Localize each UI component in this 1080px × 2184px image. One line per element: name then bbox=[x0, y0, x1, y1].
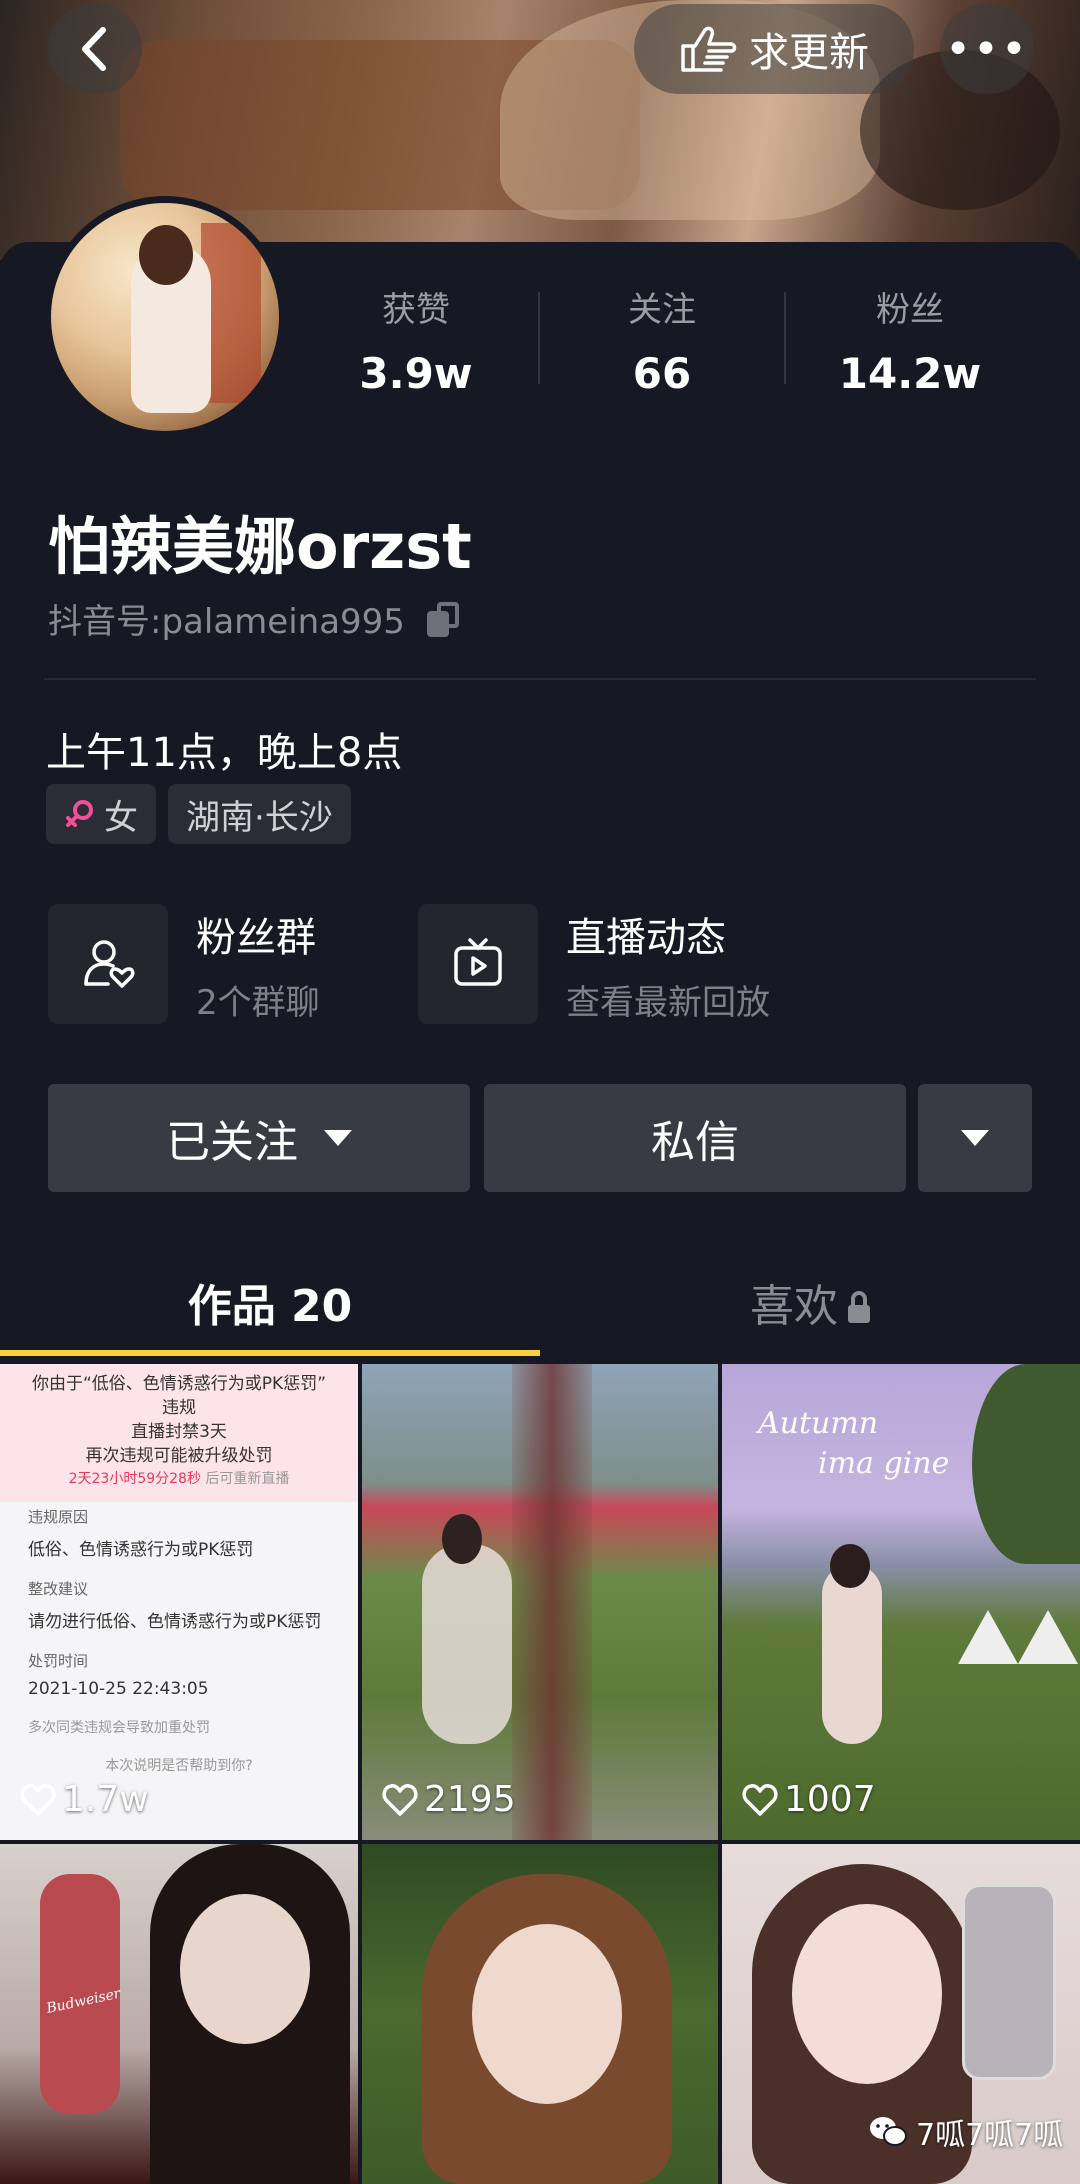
lock-icon bbox=[848, 1291, 870, 1323]
caret-down-icon bbox=[324, 1130, 352, 1146]
fan-group-title: 粉丝群 bbox=[196, 914, 316, 961]
like-count-value: 1007 bbox=[784, 1779, 876, 1820]
stat-likes[interactable]: 获赞 3.9w bbox=[326, 282, 506, 398]
request-update-button[interactable]: 求更新 bbox=[634, 4, 914, 94]
watermark-text: 7呱7呱7呱 bbox=[916, 2118, 1064, 2153]
profile-name: 怕辣美娜orzst bbox=[48, 510, 472, 583]
live-updates-card[interactable]: 直播动态 查看最新回放 bbox=[418, 904, 770, 1024]
heart-icon bbox=[20, 1783, 56, 1816]
divider bbox=[538, 292, 540, 384]
stat-label: 关注 bbox=[628, 290, 696, 330]
like-count-value: 2195 bbox=[424, 1779, 516, 1820]
notice-title: 违规 bbox=[162, 1398, 196, 1418]
video-grid: 你由于“低俗、色情诱惑行为或PK惩罚” 违规 直播封禁3天 再次违规可能被升级处… bbox=[0, 1364, 1080, 2184]
divider bbox=[784, 292, 786, 384]
more-dots-icon: ••• bbox=[945, 23, 1029, 75]
bio-text: 上午11点，晚上8点 bbox=[46, 730, 403, 776]
notice-title: 直播封禁3天 bbox=[131, 1422, 227, 1442]
fan-group-card[interactable]: 粉丝群 2个群聊 bbox=[48, 904, 320, 1024]
like-count: 1.7w bbox=[20, 1779, 149, 1820]
request-update-label: 求更新 bbox=[749, 30, 869, 76]
stat-value: 3.9w bbox=[359, 349, 473, 398]
live-tv-icon bbox=[418, 904, 538, 1024]
followed-button[interactable]: 已关注 bbox=[48, 1084, 470, 1192]
gender-label: 女 bbox=[104, 797, 138, 838]
back-button[interactable] bbox=[48, 4, 142, 94]
notice-label: 违规原因 bbox=[28, 1508, 89, 1526]
douyin-id-value: palameina995 bbox=[161, 602, 405, 642]
notice-helpful: 本次说明是否帮助到你? bbox=[105, 1758, 253, 1774]
notice-countdown: 2天23小时59分28秒 后可重新直播 bbox=[68, 1471, 290, 1487]
stat-label: 获赞 bbox=[382, 290, 450, 330]
female-icon bbox=[66, 800, 93, 827]
watermark: 7呱7呱7呱 bbox=[868, 2110, 1063, 2154]
like-count-value: 1.7w bbox=[62, 1779, 149, 1820]
chevron-left-icon bbox=[82, 27, 106, 71]
more-options-dropdown[interactable] bbox=[918, 1084, 1032, 1192]
fan-group-icon bbox=[48, 904, 168, 1024]
stat-following[interactable]: 关注 66 bbox=[572, 282, 752, 398]
video-thumbnail[interactable]: 你由于“低俗、色情诱惑行为或PK惩罚” 违规 直播封禁3天 再次违规可能被升级处… bbox=[0, 1364, 358, 1840]
stat-value: 14.2w bbox=[838, 349, 982, 398]
wechat-icon bbox=[870, 2117, 907, 2146]
message-button[interactable]: 私信 bbox=[484, 1084, 906, 1192]
notice-title: 再次违规可能被升级处罚 bbox=[85, 1446, 273, 1466]
notice-value: 2021-10-25 22:43:05 bbox=[28, 1679, 209, 1699]
tab-likes[interactable]: 喜欢 bbox=[540, 1270, 1080, 1334]
stat-followers[interactable]: 粉丝 14.2w bbox=[820, 282, 1000, 398]
caret-down-icon bbox=[961, 1130, 989, 1146]
more-button[interactable]: ••• bbox=[940, 4, 1034, 94]
douyin-id-label: 抖音号: bbox=[48, 602, 162, 642]
video-thumbnail[interactable] bbox=[362, 1844, 718, 2184]
divider bbox=[44, 678, 1036, 680]
followed-label: 已关注 bbox=[166, 1117, 298, 1168]
like-count: 2195 bbox=[382, 1779, 516, 1820]
copy-icon[interactable] bbox=[426, 601, 461, 637]
notice-value: 低俗、色情诱惑行为或PK惩罚 bbox=[28, 1540, 254, 1560]
video-thumbnail[interactable]: Budweiser bbox=[0, 1844, 358, 2184]
notice-value: 请勿进行低俗、色情诱惑行为或PK惩罚 bbox=[28, 1612, 322, 1632]
stat-label: 粉丝 bbox=[876, 290, 944, 330]
video-thumbnail[interactable]: Autumn ima gine 1007 bbox=[722, 1364, 1080, 1840]
live-updates-title: 直播动态 bbox=[566, 914, 726, 961]
tab-indicator bbox=[0, 1350, 540, 1356]
autumn-text: Autumn ima gine bbox=[758, 1406, 950, 1481]
heart-icon bbox=[742, 1783, 778, 1816]
notice-warning: 多次同类违规会导致加重处罚 bbox=[28, 1720, 210, 1736]
tab-works-label: 作品 20 bbox=[187, 1281, 353, 1332]
message-label: 私信 bbox=[651, 1117, 739, 1168]
pointing-hand-icon bbox=[681, 26, 737, 72]
like-count: 1007 bbox=[742, 1779, 876, 1820]
notice-title: 你由于“低俗、色情诱惑行为或PK惩罚” bbox=[31, 1374, 326, 1394]
douyin-id: 抖音号:palameina995 bbox=[48, 594, 461, 643]
notice-label: 整改建议 bbox=[28, 1580, 89, 1598]
location-label: 湖南·长沙 bbox=[186, 797, 333, 838]
heart-icon bbox=[382, 1783, 418, 1816]
tab-likes-label: 喜欢 bbox=[750, 1281, 838, 1332]
live-updates-subtitle: 查看最新回放 bbox=[566, 982, 770, 1023]
notice-label: 处罚时间 bbox=[28, 1652, 89, 1670]
gender-tag: 女 bbox=[46, 784, 156, 844]
tab-works[interactable]: 作品 20 bbox=[0, 1270, 540, 1334]
video-thumbnail[interactable]: 2195 bbox=[362, 1364, 718, 1840]
stat-value: 66 bbox=[632, 349, 692, 398]
location-tag: 湖南·长沙 bbox=[168, 784, 351, 844]
fan-group-subtitle: 2个群聊 bbox=[196, 982, 320, 1023]
avatar[interactable] bbox=[44, 196, 286, 438]
